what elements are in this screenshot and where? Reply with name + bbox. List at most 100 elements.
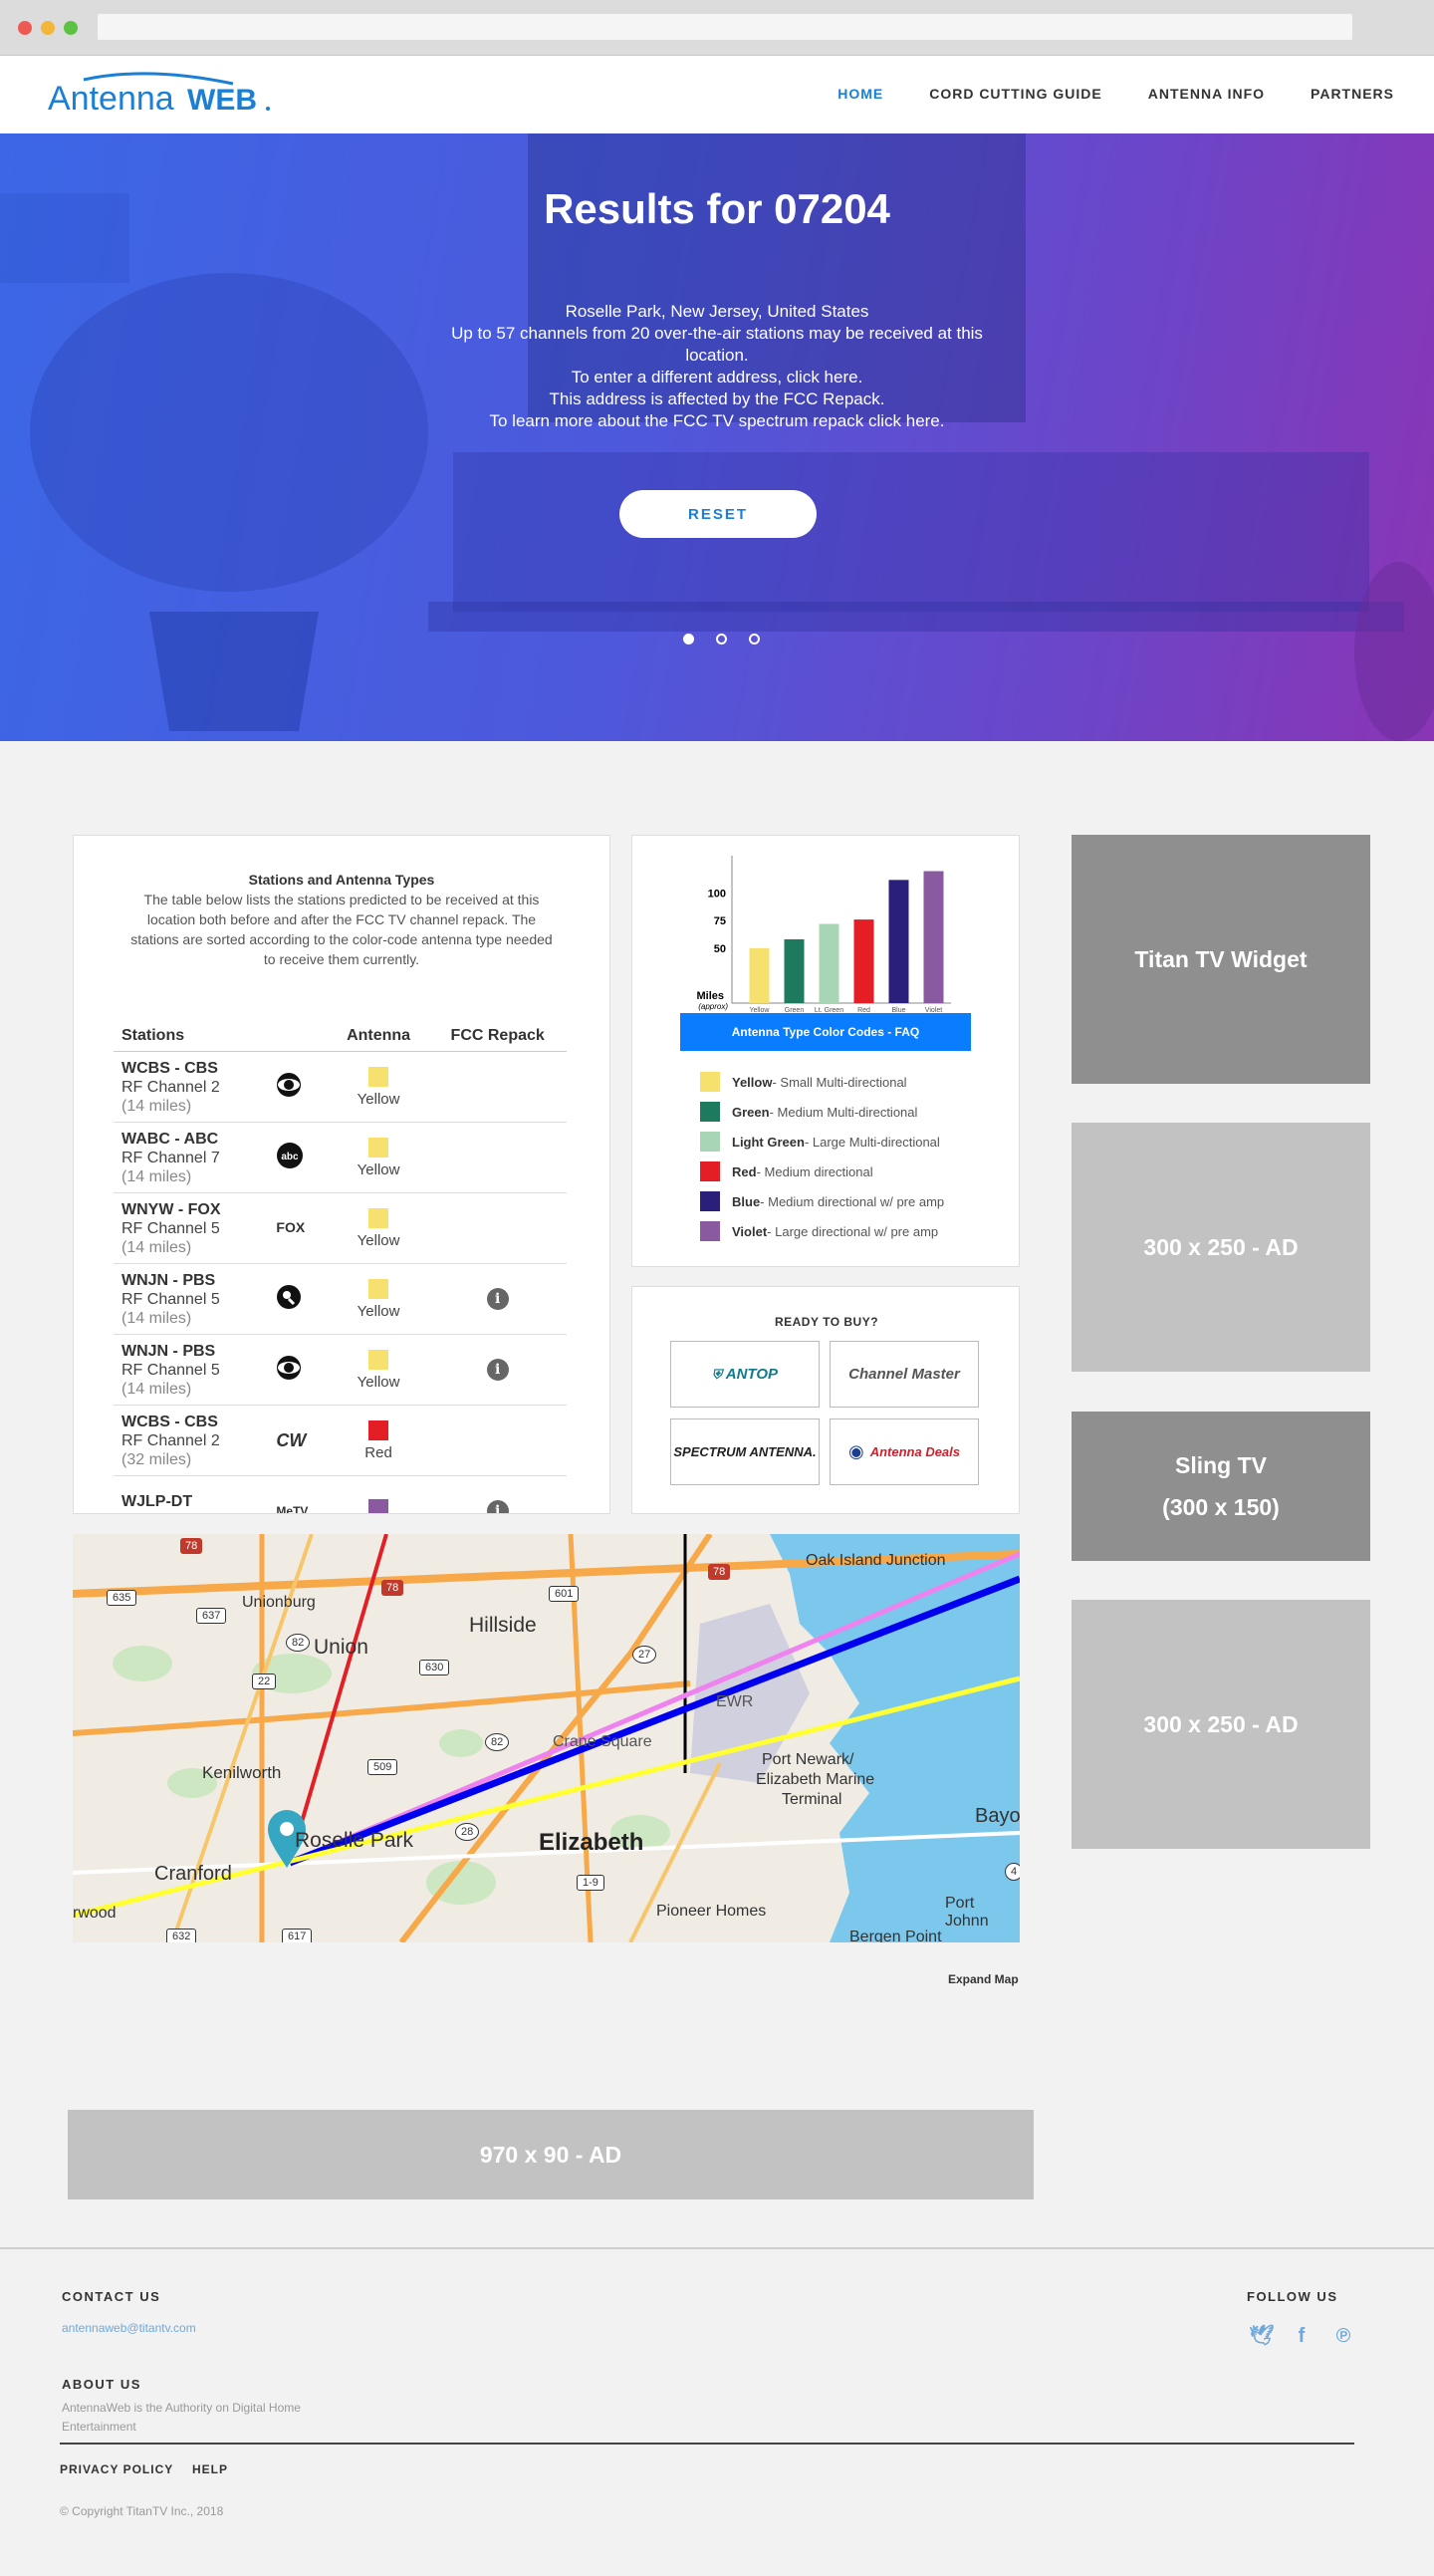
brand-channel-master-button[interactable]: Channel Master xyxy=(830,1341,979,1408)
route-shield: 630 xyxy=(419,1660,450,1675)
hero-line-repack: This address is affected by the FCC Repa… xyxy=(549,389,885,408)
reset-button[interactable]: RESET xyxy=(619,490,817,538)
bar-red xyxy=(853,919,874,1003)
cbs-icon xyxy=(276,1355,302,1384)
route-shield: 27 xyxy=(632,1646,657,1664)
bar-lt-green xyxy=(819,923,839,1003)
station-repack xyxy=(428,1122,567,1193)
map-label: Kenilworth xyxy=(202,1763,282,1782)
station-rf-channel: RF Channel 5 xyxy=(121,1361,220,1379)
brand-antop-button[interactable]: ⛨ ANTOP xyxy=(670,1341,820,1408)
route-shield: 78 xyxy=(381,1580,404,1596)
maximize-window-icon[interactable] xyxy=(64,21,78,35)
station-row[interactable]: WNYW - FOX RF Channel 5 (14 miles) FOX Yello… xyxy=(114,1192,567,1264)
footer-divider xyxy=(60,2443,1354,2445)
station-row[interactable]: WCBS - CBS RF Channel 2 (14 miles) Yellow xyxy=(114,1051,567,1123)
address-bar[interactable] xyxy=(98,14,1352,40)
minimize-window-icon[interactable] xyxy=(41,21,55,35)
nav-antenna-info[interactable]: ANTENNA INFO xyxy=(1148,86,1265,102)
logo-suffix: WEB xyxy=(187,84,257,117)
col-stations: Stations xyxy=(114,1021,329,1052)
station-name: WJLP-DT xyxy=(121,1493,193,1510)
antenna-type-label: Yellow xyxy=(357,1160,400,1178)
station-distance: (14 miles) xyxy=(121,1309,192,1327)
station-rf-channel: RF Channel 2 xyxy=(121,1431,220,1449)
y-tick-label: 75 xyxy=(714,915,726,927)
brand-antenna-deals-label: Antenna Deals xyxy=(869,1444,961,1459)
route-shield: 78 xyxy=(180,1538,203,1554)
privacy-policy-link[interactable]: PRIVACY POLICY xyxy=(60,2462,173,2476)
station-rf-channel: RF Channel 2 xyxy=(121,1078,220,1096)
brand-spectrum-antenna-button[interactable]: SPECTRUM ANTENNA. xyxy=(670,1418,820,1485)
abc-icon: abc xyxy=(276,1142,304,1172)
antenna-color-swatch xyxy=(368,1137,389,1158)
station-distance: (14 miles) xyxy=(121,1380,192,1398)
hero-line-different-address[interactable]: To enter a different address, click here… xyxy=(418,367,1016,388)
site-header: Antenna WEB HOME CORD CUTTING GUIDE ANTE… xyxy=(0,56,1434,133)
station-distance: (14 miles) xyxy=(121,1167,192,1185)
carousel-dot-2[interactable] xyxy=(716,634,727,644)
antennaweb-logo[interactable]: Antenna WEB xyxy=(48,70,277,120)
antenna-range-chart: 5075100Miles(approx) Yellow Green Lt. Green… xyxy=(696,856,951,1014)
info-icon[interactable]: i xyxy=(486,1359,509,1381)
station-antenna: Yellow xyxy=(328,1334,429,1406)
legend-desc: - Medium directional w/ pre amp xyxy=(760,1193,945,1209)
cbs-icon xyxy=(276,1072,302,1101)
station-row[interactable]: WABC - ABC RF Channel 7 (14 miles) abc Yello… xyxy=(114,1122,567,1193)
carousel-dot-1[interactable] xyxy=(683,634,694,644)
antenna-range-chart-card: 50 75 100 Miles (approx) Yellow Green Lt. Green… xyxy=(631,835,1020,1267)
close-window-icon[interactable] xyxy=(18,21,32,35)
brand-antop-label: ANTOP xyxy=(725,1366,778,1383)
facebook-icon[interactable]: f xyxy=(1291,2325,1313,2347)
nav-cord-cutting-guide[interactable]: CORD CUTTING GUIDE xyxy=(929,86,1102,102)
ad-slot-300x250-2[interactable]: 300 x 250 - AD xyxy=(1072,1600,1370,1849)
pinterest-icon[interactable]: ℗ xyxy=(1332,2325,1354,2347)
station-row[interactable]: WJLP-DTRF Channel 33 MeTV i xyxy=(114,1475,567,1513)
contact-email-link[interactable]: antennaweb@titantv.com xyxy=(62,2319,196,2338)
info-icon[interactable]: i xyxy=(486,1500,509,1513)
antenna-color-swatch xyxy=(368,1066,389,1087)
station-row[interactable]: WNJN - PBS RF Channel 5 (14 miles) Yellow i xyxy=(114,1263,567,1335)
ad-slot-970x90[interactable]: 970 x 90 - AD xyxy=(68,2110,1034,2199)
antenna-color-swatch xyxy=(368,1499,389,1513)
map-label: Terminal xyxy=(782,1791,842,1808)
legend-desc: - Medium Multi-directional xyxy=(769,1104,918,1120)
legend-desc: - Medium directional xyxy=(756,1163,873,1179)
station-row[interactable]: WNJN - PBS RF Channel 5 (14 miles) Yellow i xyxy=(114,1334,567,1406)
nav-home[interactable]: HOME xyxy=(837,86,883,102)
ad-slot-label: 300 x 250 - AD xyxy=(1143,1234,1299,1260)
station-antenna: Yellow xyxy=(328,1263,429,1335)
twitter-icon[interactable]: 🕊 xyxy=(1249,2325,1274,2347)
carousel-dot-3[interactable] xyxy=(749,634,760,644)
help-link[interactable]: HELP xyxy=(192,2462,228,2476)
legend-item: Yellow - Small Multi-directional xyxy=(700,1067,944,1097)
route-shield: 1-9 xyxy=(577,1875,604,1891)
hero-line-learn-more[interactable]: To learn more about the FCC TV spectrum … xyxy=(418,410,1016,432)
titan-tv-widget[interactable]: Titan TV Widget xyxy=(1072,835,1370,1084)
brand-antenna-deals-button[interactable]: ◉ Antenna Deals xyxy=(830,1418,979,1485)
antenna-type-label: Yellow xyxy=(357,1373,400,1391)
station-distance: (32 miles) xyxy=(121,1450,192,1468)
col-antenna: Antenna xyxy=(328,1021,429,1052)
bar-yellow xyxy=(749,947,770,1003)
station-direction-map[interactable]: Union Hillside Elizabeth Roselle Park Cr… xyxy=(73,1534,1020,1942)
sling-tv-ad[interactable]: Sling TV (300 x 150) xyxy=(1072,1412,1370,1561)
map-label: Union xyxy=(314,1636,368,1659)
station-row[interactable]: WCBS - CBS RF Channel 2 (32 miles) CW Red xyxy=(114,1405,567,1476)
fox-icon: FOX xyxy=(276,1219,306,1235)
station-repack: i xyxy=(428,1334,567,1406)
station-repack: i xyxy=(428,1475,567,1513)
antenna-color-faq-button[interactable]: Antenna Type Color Codes - FAQ xyxy=(680,1013,971,1051)
info-icon[interactable]: i xyxy=(486,1288,509,1310)
hero-line-channels: Up to 57 channels from 20 over-the-air s… xyxy=(451,324,983,365)
ad-slot-300x250-1[interactable]: 300 x 250 - AD xyxy=(1072,1123,1370,1372)
map-label: Crane Square xyxy=(553,1733,652,1750)
route-shield: 635 xyxy=(107,1590,137,1606)
copyright: © Copyright TitanTV Inc., 2018 xyxy=(60,2504,224,2518)
route-shield: 28 xyxy=(455,1823,480,1841)
nav-partners[interactable]: PARTNERS xyxy=(1311,86,1394,102)
logo-prefix: Antenna xyxy=(48,80,174,118)
expand-map-link[interactable]: Expand Map xyxy=(948,1972,1019,1986)
map-label: Oak Island Junction xyxy=(806,1552,946,1569)
legend-swatch xyxy=(700,1102,720,1122)
